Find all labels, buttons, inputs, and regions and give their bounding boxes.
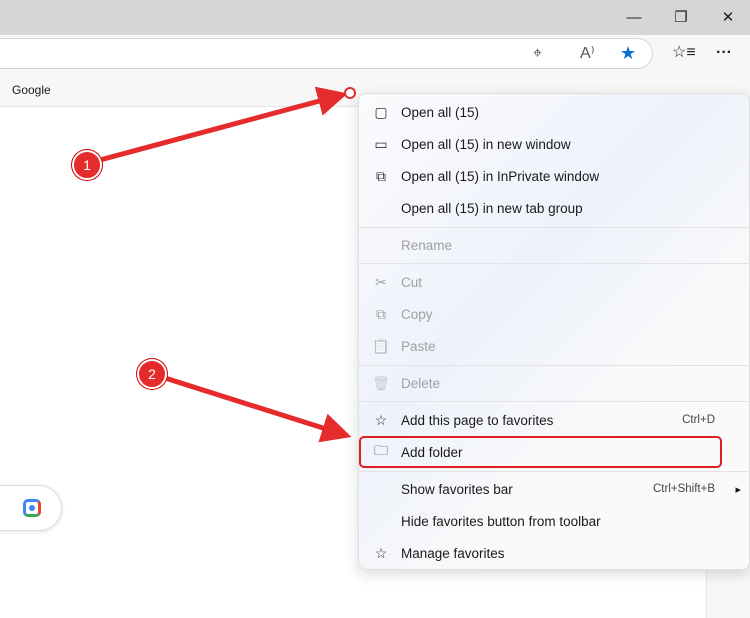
title-bar: — ❐ ✕ bbox=[0, 0, 750, 35]
menu-item-open-all[interactable]: ▢ Open all (15) bbox=[359, 96, 750, 128]
read-aloud-icon[interactable]: A⁾ bbox=[580, 44, 595, 64]
location-icon[interactable]: ⌖ bbox=[533, 44, 542, 64]
address-bar[interactable]: ⌖ A⁾ ★ bbox=[0, 38, 653, 69]
menu-item-copy[interactable]: ⧉ Copy bbox=[359, 298, 750, 330]
visual-search-icon[interactable] bbox=[23, 499, 41, 517]
copy-icon: ⧉ bbox=[376, 305, 386, 322]
inprivate-icon: ⧉ bbox=[376, 167, 386, 184]
menu-item-open-all-tab-group[interactable]: Open all (15) in new tab group bbox=[359, 192, 750, 224]
favorites-button[interactable]: ☆≡ bbox=[672, 43, 696, 63]
trash-icon: 🗑 bbox=[372, 374, 390, 391]
tab-icon: ▢ bbox=[374, 103, 388, 120]
menu-item-open-all-new-window[interactable]: ▭ Open all (15) in new window bbox=[359, 128, 750, 160]
favorite-star-icon[interactable]: ★ bbox=[620, 43, 636, 63]
submenu-arrow-icon: ▸ bbox=[735, 483, 741, 496]
scissors-icon: ✂ bbox=[375, 273, 387, 290]
step-2-badge: 2 bbox=[137, 359, 167, 389]
menu-item-hide-favorites-button[interactable]: Hide favorites button from toolbar bbox=[359, 505, 750, 537]
close-button[interactable]: ✕ bbox=[716, 6, 740, 30]
highlight-add-folder bbox=[359, 436, 722, 468]
paste-icon: 📋 bbox=[372, 337, 390, 354]
menu-item-cut[interactable]: ✂ Cut bbox=[359, 266, 750, 298]
restore-button[interactable]: ❐ bbox=[669, 6, 693, 30]
toolbar: ⌖ A⁾ ★ ☆≡ ··· bbox=[0, 35, 750, 73]
minimize-button[interactable]: — bbox=[622, 6, 646, 30]
window-icon: ▭ bbox=[374, 135, 388, 152]
star-add-icon: ☆ bbox=[374, 411, 388, 428]
divider bbox=[359, 263, 750, 264]
menu-item-open-all-inprivate[interactable]: ⧉ Open all (15) in InPrivate window bbox=[359, 160, 750, 192]
favorites-folder-context-menu: ▢ Open all (15) ▭ Open all (15) in new win… bbox=[358, 93, 750, 570]
menu-item-delete[interactable]: 🗑 Delete bbox=[359, 367, 750, 399]
step-1-badge: 1 bbox=[72, 150, 102, 180]
favorite-google[interactable]: Google bbox=[12, 83, 51, 97]
menu-item-add-page-to-favorites[interactable]: ☆ Add this page to favorites Ctrl+D bbox=[359, 404, 750, 436]
arrow-2 bbox=[164, 375, 352, 443]
menu-item-paste[interactable]: 📋 Paste bbox=[359, 330, 750, 362]
divider bbox=[359, 471, 750, 472]
menu-item-rename[interactable]: Rename bbox=[359, 229, 750, 261]
divider bbox=[359, 365, 750, 366]
menu-item-show-favorites-bar[interactable]: Show favorites bar Ctrl+Shift+B ▸ bbox=[359, 473, 750, 505]
divider bbox=[359, 401, 750, 402]
menu-item-manage-favorites[interactable]: ☆ Manage favorites bbox=[359, 537, 750, 569]
search-box[interactable] bbox=[0, 485, 62, 531]
more-button[interactable]: ··· bbox=[716, 43, 732, 63]
divider bbox=[359, 227, 750, 228]
star-list-icon: ☆ bbox=[374, 544, 388, 561]
